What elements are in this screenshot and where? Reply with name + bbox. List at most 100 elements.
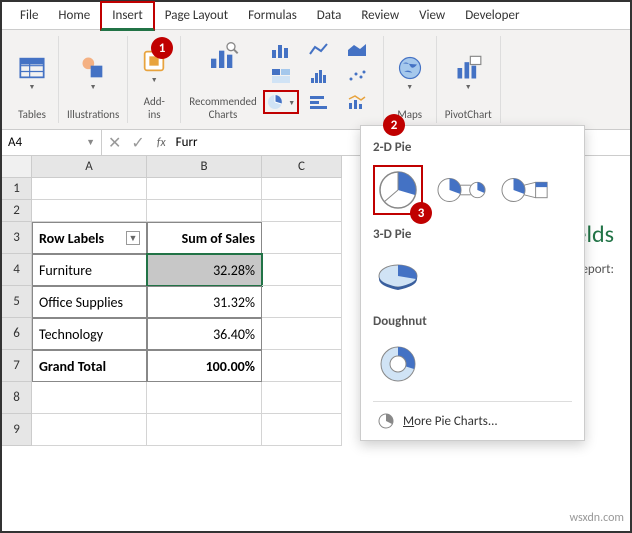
tab-page-layout[interactable]: Page Layout bbox=[155, 3, 238, 28]
chart-type-grid: ▼ bbox=[263, 38, 375, 121]
ribbon-group-maps: ▼ Maps bbox=[384, 36, 437, 123]
check-icon[interactable]: ✓ bbox=[131, 133, 144, 153]
ribbon-label-tables: Tables bbox=[18, 108, 46, 121]
maps-button[interactable]: ▼ bbox=[392, 52, 428, 93]
tab-developer[interactable]: Developer bbox=[455, 3, 529, 28]
chevron-down-icon: ▼ bbox=[86, 137, 95, 148]
doughnut-icon bbox=[377, 343, 419, 385]
ribbon-label-rec-charts: Recommended Charts bbox=[189, 95, 256, 121]
pivot-grand-total-label[interactable]: Grand Total bbox=[32, 350, 147, 382]
pivotchart-button[interactable]: ▼ bbox=[450, 52, 486, 93]
name-box[interactable]: A4 ▼ bbox=[2, 130, 102, 155]
chart-hierarchy-button[interactable] bbox=[263, 64, 299, 88]
cell[interactable] bbox=[147, 382, 262, 414]
row-header[interactable]: 8 bbox=[2, 382, 32, 414]
select-all-corner[interactable] bbox=[2, 156, 32, 178]
tab-data[interactable]: Data bbox=[307, 3, 352, 28]
pie-chart-dropdown: 2-D Pie 3-D Pie Doughnut MMore Pie Chart… bbox=[360, 125, 585, 441]
ribbon-tabs: File Home Insert Page Layout Formulas Da… bbox=[2, 2, 630, 30]
cell[interactable] bbox=[32, 178, 147, 200]
more-pie-charts[interactable]: MMore Pie Charts...ore Pie Charts... bbox=[373, 401, 572, 440]
table-icon bbox=[18, 54, 46, 82]
pie-3d-option[interactable] bbox=[373, 252, 423, 302]
formula-controls: ✕ ✓ bbox=[102, 133, 151, 153]
bar-chart-icon bbox=[309, 94, 329, 110]
cell[interactable] bbox=[262, 414, 342, 446]
cell[interactable] bbox=[262, 254, 342, 286]
pivot-grand-total-value[interactable]: 100.00% bbox=[147, 350, 262, 382]
column-chart-icon bbox=[271, 42, 291, 58]
tab-formulas[interactable]: Formulas bbox=[238, 3, 307, 28]
row-header[interactable]: 2 bbox=[2, 200, 32, 222]
ribbon-label-illustrations: Illustrations bbox=[67, 108, 119, 121]
tab-file[interactable]: File bbox=[10, 3, 48, 28]
pivotchart-icon bbox=[454, 54, 482, 82]
row-header[interactable]: 5 bbox=[2, 286, 32, 318]
row-header[interactable]: 4 bbox=[2, 254, 32, 286]
chart-combo-button[interactable] bbox=[339, 90, 375, 114]
callout-badge-1: 1 bbox=[151, 37, 173, 59]
ribbon-label-pivotchart: PivotChart bbox=[445, 108, 492, 121]
cell[interactable] bbox=[262, 286, 342, 318]
bar-of-pie-option[interactable] bbox=[501, 165, 551, 215]
cell[interactable] bbox=[147, 200, 262, 222]
combo-icon bbox=[347, 94, 367, 110]
recommended-charts-button[interactable] bbox=[203, 38, 243, 74]
chart-line-button[interactable] bbox=[301, 38, 337, 62]
chart-column-button[interactable] bbox=[263, 38, 299, 62]
filter-dropdown-icon[interactable]: ▼ bbox=[126, 231, 140, 245]
scatter-icon bbox=[347, 68, 367, 84]
row-header[interactable]: 6 bbox=[2, 318, 32, 350]
cell[interactable] bbox=[262, 382, 342, 414]
row-header[interactable]: 9 bbox=[2, 414, 32, 446]
section-doughnut: Doughnut bbox=[373, 314, 572, 329]
chart-area-button[interactable] bbox=[339, 38, 375, 62]
chart-pie-button[interactable]: ▼ bbox=[263, 90, 299, 114]
tab-review[interactable]: Review bbox=[351, 3, 409, 28]
row-header[interactable]: 7 bbox=[2, 350, 32, 382]
cell[interactable] bbox=[262, 350, 342, 382]
pivot-row-label[interactable]: Technology bbox=[32, 318, 147, 350]
cell[interactable] bbox=[147, 414, 262, 446]
pivot-row-label[interactable]: Furniture bbox=[32, 254, 147, 286]
tables-button[interactable]: ▼ bbox=[14, 52, 50, 93]
cell[interactable] bbox=[262, 318, 342, 350]
cell[interactable] bbox=[262, 222, 342, 254]
cell[interactable] bbox=[32, 382, 147, 414]
pivot-header-rowlabels[interactable]: Row Labels▼ bbox=[32, 222, 147, 254]
pivot-row-value[interactable]: 31.32% bbox=[147, 286, 262, 318]
row-header[interactable]: 3 bbox=[2, 222, 32, 254]
chart-scatter-button[interactable] bbox=[339, 64, 375, 88]
doughnut-option[interactable] bbox=[373, 339, 423, 389]
fx-icon[interactable]: fx bbox=[157, 136, 166, 150]
pivot-row-value[interactable]: 36.40% bbox=[147, 318, 262, 350]
cell[interactable] bbox=[262, 178, 342, 200]
chart-bar-button[interactable] bbox=[301, 90, 337, 114]
col-header-a[interactable]: A bbox=[32, 156, 147, 178]
tab-insert[interactable]: Insert bbox=[100, 1, 155, 31]
cell[interactable] bbox=[262, 200, 342, 222]
cell[interactable] bbox=[147, 178, 262, 200]
tab-home[interactable]: Home bbox=[48, 3, 100, 28]
ribbon-group-charts: Recommended Charts ▼ bbox=[181, 36, 383, 123]
cell[interactable] bbox=[32, 200, 147, 222]
hierarchy-icon bbox=[271, 68, 291, 84]
cell[interactable] bbox=[32, 414, 147, 446]
pie-of-pie-option[interactable] bbox=[437, 165, 487, 215]
row-header[interactable]: 1 bbox=[2, 178, 32, 200]
chart-statistic-button[interactable] bbox=[301, 64, 337, 88]
pivot-row-value[interactable]: 32.28% bbox=[147, 254, 262, 286]
recommended-charts-icon bbox=[207, 40, 239, 72]
pivot-header-sum[interactable]: Sum of Sales bbox=[147, 222, 262, 254]
globe-icon bbox=[396, 54, 424, 82]
name-box-value: A4 bbox=[8, 135, 22, 150]
col-header-b[interactable]: B bbox=[147, 156, 262, 178]
illustrations-button[interactable]: ▼ bbox=[75, 52, 111, 93]
pivot-row-label[interactable]: Office Supplies bbox=[32, 286, 147, 318]
tab-view[interactable]: View bbox=[409, 3, 455, 28]
stat-chart-icon bbox=[309, 68, 329, 84]
cancel-icon[interactable]: ✕ bbox=[108, 133, 121, 153]
section-3d-pie: 3-D Pie bbox=[373, 227, 572, 242]
col-header-c[interactable]: C bbox=[262, 156, 342, 178]
callout-badge-2: 2 bbox=[383, 114, 405, 136]
